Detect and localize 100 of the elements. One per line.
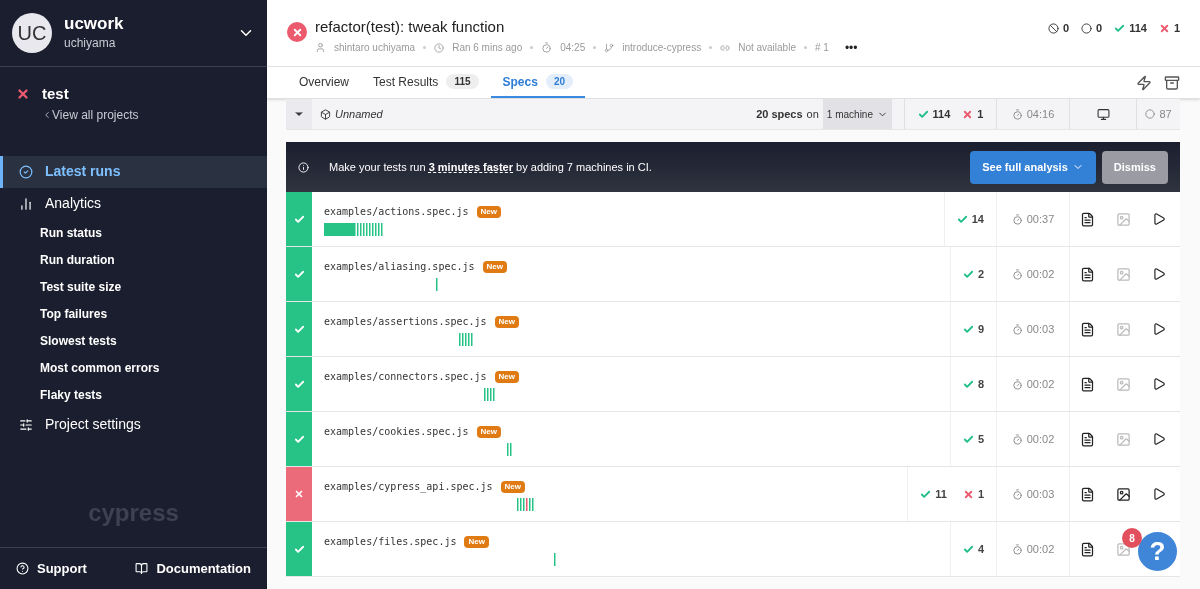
more-button[interactable]: ••• — [844, 38, 858, 57]
user-icon — [315, 42, 326, 53]
tab[interactable]: Test Results 115 — [361, 67, 491, 98]
help-icon — [16, 562, 29, 575]
cross-icon — [962, 108, 974, 120]
flake-count: 87 — [1159, 106, 1172, 122]
see-full-analysis-button[interactable]: See full analysis — [970, 150, 1096, 184]
passed-count: 14 — [971, 211, 984, 227]
nav-subitem[interactable]: Top failures — [0, 300, 267, 328]
nav-subitem[interactable]: Flaky tests — [0, 381, 267, 409]
avatar: UC — [12, 13, 52, 53]
passed-count: 11 — [935, 486, 947, 502]
timeline-drawing — [436, 278, 439, 291]
document-icon[interactable] — [1080, 431, 1096, 447]
nav-item[interactable]: Latest runs — [0, 155, 267, 188]
timeline-drawing — [507, 443, 513, 456]
spec-duration: 00:02 — [1026, 376, 1055, 392]
failed-count: 1 — [977, 106, 984, 122]
spec-name[interactable]: examples/actions.spec.js — [324, 204, 469, 219]
passed-count: 114 — [1129, 21, 1147, 36]
collapse-toggle[interactable] — [286, 99, 312, 129]
info-icon — [298, 161, 309, 173]
check-icon — [293, 213, 305, 225]
spec-name[interactable]: examples/assertions.spec.js — [324, 314, 487, 329]
nav-subitem[interactable]: Slowest tests — [0, 327, 267, 355]
stopwatch-icon — [1011, 213, 1023, 225]
spec-name[interactable]: examples/connectors.spec.js — [324, 369, 487, 384]
check-icon — [962, 268, 974, 280]
check-icon — [293, 323, 305, 335]
play-icon[interactable] — [1151, 432, 1166, 446]
lightning-icon[interactable] — [1136, 74, 1152, 91]
play-icon[interactable] — [1151, 212, 1166, 226]
spec-name[interactable]: examples/files.spec.js — [324, 534, 457, 549]
check-icon — [293, 378, 305, 390]
count-badge: 115 — [446, 74, 479, 89]
footer-link[interactable]: Support — [16, 558, 87, 579]
stopwatch-icon — [1011, 323, 1023, 335]
archive-icon[interactable] — [1164, 74, 1180, 91]
nav-subitem[interactable]: Run duration — [0, 246, 267, 274]
check-icon — [962, 543, 974, 555]
link-icon — [720, 42, 731, 53]
play-icon[interactable] — [1151, 267, 1166, 281]
check-icon — [917, 108, 929, 120]
document-icon[interactable] — [1080, 266, 1096, 282]
tab[interactable]: Overview — [287, 67, 361, 98]
spec-duration: 00:03 — [1026, 486, 1055, 502]
run-number: # 1 — [814, 41, 829, 55]
document-icon[interactable] — [1080, 376, 1096, 392]
nav-item[interactable]: Analytics — [0, 187, 267, 220]
nav-subitem[interactable]: Run status — [0, 219, 267, 247]
new-badge: New — [494, 370, 519, 383]
check-icon — [962, 378, 974, 390]
nav-item[interactable]: Project settings — [0, 408, 267, 441]
project-name: test — [42, 84, 70, 104]
check-icon — [1114, 22, 1126, 34]
cross-icon — [294, 489, 304, 499]
spec-name[interactable]: examples/cookies.spec.js — [324, 424, 469, 439]
failed-count: 1 — [977, 486, 984, 502]
footer-link[interactable]: Documentation — [135, 558, 251, 579]
play-icon[interactable] — [1151, 322, 1166, 336]
spec-duration: 00:37 — [1026, 211, 1055, 227]
document-icon[interactable] — [1080, 321, 1096, 337]
spec-count: 20 specs — [756, 106, 803, 122]
passed-count: 5 — [977, 431, 984, 447]
group-name: Unnamed — [335, 106, 383, 122]
circle-icon — [1145, 109, 1156, 119]
passed-count: 4 — [977, 541, 984, 557]
new-badge: New — [464, 535, 489, 548]
new-badge: New — [500, 480, 526, 493]
passed-count: 2 — [977, 266, 984, 282]
stopwatch-icon — [1011, 108, 1023, 120]
check-icon — [962, 323, 974, 335]
chevron-left-icon — [42, 109, 52, 120]
document-icon[interactable] — [1080, 211, 1096, 227]
stopwatch-icon — [1011, 378, 1023, 390]
spec-duration: 00:02 — [1026, 431, 1055, 447]
org-name: ucwork — [64, 14, 125, 34]
count-badge: 20 — [545, 74, 573, 89]
spec-name[interactable]: examples/aliasing.spec.js — [324, 259, 475, 274]
timeline-drawing — [484, 388, 496, 401]
cross-icon — [1158, 22, 1170, 34]
branch: introduce-cypress — [622, 41, 702, 55]
failed-count: 1 — [1173, 21, 1180, 36]
nav-subitem[interactable]: Most common errors — [0, 354, 267, 382]
machine-dropdown[interactable]: 1 machine — [822, 99, 892, 129]
play-icon[interactable] — [1151, 487, 1166, 501]
view-all-projects-link[interactable]: View all projects — [42, 105, 139, 124]
check-icon — [956, 213, 968, 225]
document-icon[interactable] — [1080, 486, 1096, 502]
passed-count: 114 — [932, 106, 951, 122]
document-icon[interactable] — [1080, 541, 1096, 557]
sliders-icon — [19, 417, 33, 432]
check-icon — [293, 543, 305, 555]
check-circle-icon — [19, 164, 33, 179]
nav-subitem[interactable]: Test suite size — [0, 273, 267, 301]
image-icon[interactable] — [1116, 486, 1131, 502]
spec-name[interactable]: examples/cypress_api.spec.js — [324, 479, 493, 494]
circle-icon — [1081, 22, 1092, 34]
timeline-drawing — [324, 223, 384, 236]
play-icon[interactable] — [1151, 377, 1166, 391]
